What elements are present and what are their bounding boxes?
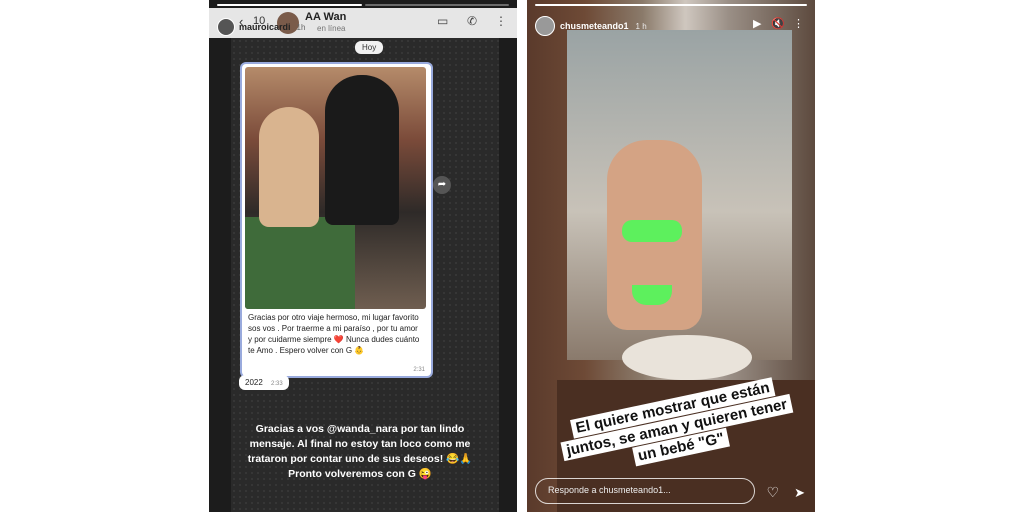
right-story: chusmeteando1 1 h ▶ 🔇 ⋮ El quiere mostra… <box>527 0 815 512</box>
photo-shape <box>245 217 355 309</box>
phone-icon[interactable]: ✆ <box>467 14 477 28</box>
sink <box>622 335 752 380</box>
year-message[interactable]: 2022 2:33 <box>239 375 289 390</box>
bikini-bottom <box>632 285 672 305</box>
progress-segment <box>217 4 362 6</box>
progress-segment <box>535 4 807 6</box>
message-card[interactable]: Gracias por otro viaje hermoso, mi lugar… <box>240 62 433 378</box>
photo-shape <box>325 75 399 225</box>
send-icon[interactable]: ➤ <box>794 485 805 501</box>
video-call-icon[interactable]: ▭ <box>437 14 448 28</box>
couple-photo[interactable] <box>245 67 426 309</box>
avatar[interactable] <box>217 18 235 36</box>
story-overlay-text: Gracias a vos @wanda_nara por tan lindo … <box>247 423 473 480</box>
play-icon[interactable]: ▶ <box>753 17 761 30</box>
progress-segment <box>364 4 509 6</box>
story-user[interactable]: mauroicardi 1h <box>217 18 305 36</box>
year-text: 2022 <box>245 378 263 387</box>
contact-status: en línea <box>317 24 346 33</box>
forward-icon[interactable]: ➦ <box>433 176 451 194</box>
heart-icon[interactable]: ♡ <box>766 484 779 501</box>
reply-placeholder: Responde a chusmeteando1... <box>548 485 671 495</box>
story-user[interactable]: chusmeteando1 1 h <box>535 16 647 36</box>
more-icon[interactable]: ⋮ <box>793 17 804 30</box>
username[interactable]: mauroicardi <box>239 22 291 32</box>
reply-input[interactable]: Responde a chusmeteando1... <box>535 478 755 504</box>
story-progress <box>535 4 807 6</box>
bikini-top <box>622 220 682 242</box>
contact-name: AA Wan <box>305 11 347 23</box>
story-progress <box>217 4 509 6</box>
message-time: 2:31 <box>413 367 425 373</box>
year-time: 2:33 <box>271 381 283 387</box>
story-time: 1 h <box>635 21 647 31</box>
more-icon[interactable]: ⋮ <box>495 14 507 28</box>
avatar[interactable] <box>535 16 555 36</box>
message-caption: Gracias por otro viaje hermoso, mi lugar… <box>248 313 420 355</box>
photo-shape <box>259 107 319 227</box>
story-time: 1h <box>296 22 306 32</box>
username[interactable]: chusmeteando1 <box>560 21 629 31</box>
day-label: Hoy <box>355 41 384 54</box>
mute-icon[interactable]: 🔇 <box>771 17 785 30</box>
